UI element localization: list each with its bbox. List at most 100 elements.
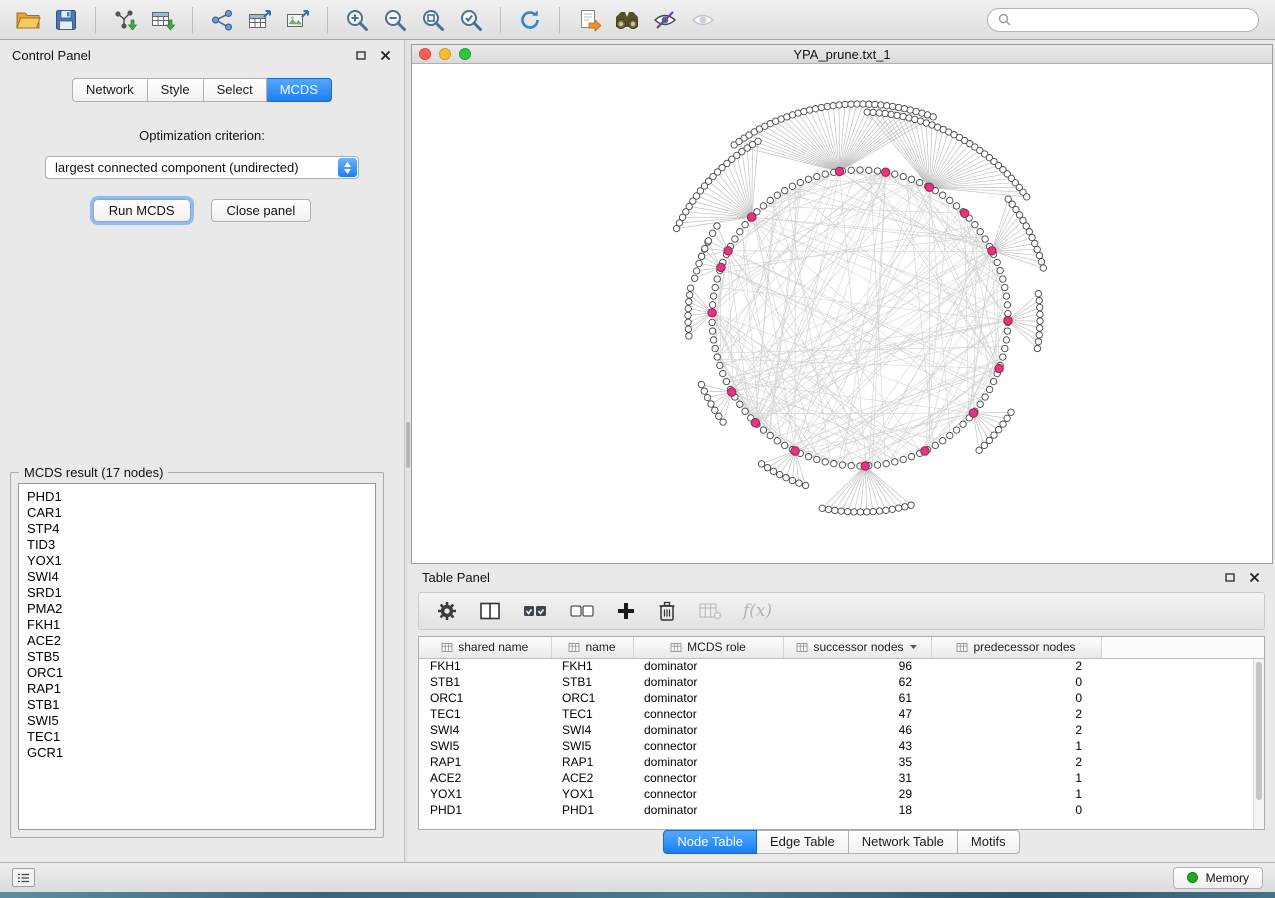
- mcds-result-item[interactable]: YOX1: [27, 553, 375, 569]
- refresh-button[interactable]: [512, 4, 548, 36]
- table-row[interactable]: SWI4SWI4dominator462: [419, 722, 1264, 738]
- zoom-out-button[interactable]: [377, 4, 413, 36]
- table-panel-tabs: Node TableEdge TableNetwork TableMotifs: [408, 830, 1275, 854]
- tab-select[interactable]: Select: [204, 78, 267, 102]
- mcds-result-item[interactable]: SWI5: [27, 713, 375, 729]
- new-network-button[interactable]: [204, 4, 240, 36]
- splitter-scrollbar-thumb[interactable]: [406, 422, 410, 468]
- trash-icon: [657, 600, 677, 622]
- show-panels-button[interactable]: [12, 868, 35, 887]
- mcds-result-list[interactable]: PHD1CAR1STP4TID3YOX1SWI4SRD1PMA2FKH1ACE2…: [18, 483, 376, 830]
- tab-style[interactable]: Style: [148, 78, 204, 102]
- table-row[interactable]: FKH1FKH1dominator962: [419, 658, 1264, 674]
- table-row[interactable]: ORC1ORC1dominator610: [419, 690, 1264, 706]
- mcds-result-item[interactable]: SWI4: [27, 569, 375, 585]
- table-row[interactable]: ACE2ACE2connector311: [419, 770, 1264, 786]
- mcds-result-item[interactable]: ORC1: [27, 665, 375, 681]
- open-session-button[interactable]: [10, 4, 46, 36]
- mcds-result-item[interactable]: PHD1: [27, 489, 375, 505]
- close-panel-button[interactable]: [378, 48, 392, 62]
- columns-icon: [479, 601, 501, 621]
- optimization-criterion-select[interactable]: largest connected component (undirected): [45, 156, 359, 179]
- delete-table-button-disabled[interactable]: [698, 601, 722, 621]
- export-table-button[interactable]: [242, 4, 278, 36]
- zoom-fit-button[interactable]: [415, 4, 451, 36]
- mcds-result-item[interactable]: FKH1: [27, 617, 375, 633]
- open-folder-icon: [15, 8, 41, 32]
- share-document-button[interactable]: [571, 4, 607, 36]
- table-scrollbar-thumb[interactable]: [1256, 662, 1262, 800]
- mcds-result-item[interactable]: STP4: [27, 521, 375, 537]
- import-network-button[interactable]: [107, 4, 143, 36]
- mcds-result-item[interactable]: TID3: [27, 537, 375, 553]
- table-row[interactable]: YOX1YOX1connector291: [419, 786, 1264, 802]
- table-row[interactable]: SWI5SWI5connector431: [419, 738, 1264, 754]
- float-icon: [356, 51, 366, 60]
- float-panel-button[interactable]: [354, 48, 368, 62]
- delete-column-button[interactable]: [657, 600, 677, 622]
- mcds-result-item[interactable]: PMA2: [27, 601, 375, 617]
- table-row[interactable]: RAP1RAP1dominator352: [419, 754, 1264, 770]
- search-binoculars-button[interactable]: [609, 4, 645, 36]
- mcds-result-item[interactable]: ACE2: [27, 633, 375, 649]
- function-builder-button-disabled[interactable]: f(x): [743, 601, 772, 621]
- close-panel-button-secondary[interactable]: Close panel: [211, 199, 312, 222]
- mcds-result-item[interactable]: CAR1: [27, 505, 375, 521]
- tab-network[interactable]: Network: [72, 78, 148, 102]
- deselect-all-button[interactable]: [569, 601, 595, 621]
- run-mcds-button[interactable]: Run MCDS: [93, 199, 191, 222]
- search-input[interactable]: [1017, 13, 1248, 27]
- table-settings-button[interactable]: [436, 600, 458, 622]
- table-vertical-scrollbar[interactable]: [1253, 659, 1264, 829]
- table-panel-titlebar: Table Panel: [408, 564, 1275, 590]
- tab-mcds[interactable]: MCDS: [267, 78, 332, 102]
- show-column-button[interactable]: [479, 601, 501, 621]
- column-header-shared-name[interactable]: shared name: [419, 637, 551, 658]
- window-zoom-traffic-light[interactable]: [459, 48, 471, 60]
- status-bar: Memory: [0, 862, 1275, 892]
- hide-graphics-details-button[interactable]: [647, 4, 683, 36]
- column-header-name[interactable]: name: [551, 637, 633, 658]
- import-table-button[interactable]: [145, 4, 181, 36]
- network-window-title: YPA_prune.txt_1: [412, 47, 1272, 62]
- mcds-result-item[interactable]: STB5: [27, 649, 375, 665]
- zoom-fit-icon: [420, 7, 446, 33]
- node-table: shared namenameMCDS rolesuccessor nodesp…: [419, 637, 1264, 818]
- zoom-selected-button[interactable]: [453, 4, 489, 36]
- mcds-result-item[interactable]: SRD1: [27, 585, 375, 601]
- close-table-panel-button[interactable]: [1247, 570, 1261, 584]
- network-window-titlebar[interactable]: YPA_prune.txt_1: [412, 45, 1272, 64]
- tab-edge-table[interactable]: Edge Table: [757, 830, 849, 854]
- float-table-panel-button[interactable]: [1223, 570, 1237, 584]
- column-header-predecessor-nodes[interactable]: predecessor nodes: [931, 637, 1101, 658]
- tab-motifs[interactable]: Motifs: [958, 830, 1020, 854]
- zoom-in-button[interactable]: [339, 4, 375, 36]
- toolbar-separator: [95, 7, 96, 33]
- table-row[interactable]: PHD1PHD1dominator180: [419, 802, 1264, 818]
- tab-network-table[interactable]: Network Table: [849, 830, 958, 854]
- add-column-button[interactable]: [616, 601, 636, 621]
- tab-node-table[interactable]: Node Table: [663, 830, 757, 854]
- table-row[interactable]: STB1STB1dominator620: [419, 674, 1264, 690]
- show-graphics-details-button[interactable]: [685, 4, 721, 36]
- window-close-traffic-light[interactable]: [419, 48, 431, 60]
- chevron-down-icon: [909, 644, 918, 650]
- column-header-MCDS-role[interactable]: MCDS role: [633, 637, 783, 658]
- save-session-button[interactable]: [48, 4, 84, 36]
- export-image-button[interactable]: [280, 4, 316, 36]
- select-all-button[interactable]: [522, 601, 548, 621]
- mcds-result-item[interactable]: RAP1: [27, 681, 375, 697]
- column-header-successor-nodes[interactable]: successor nodes: [783, 637, 931, 658]
- mcds-result-item[interactable]: GCR1: [27, 745, 375, 761]
- window-minimize-traffic-light[interactable]: [439, 48, 451, 60]
- mcds-result-item[interactable]: STB1: [27, 697, 375, 713]
- memory-button[interactable]: Memory: [1173, 867, 1263, 889]
- control-panel: Control Panel NetworkStyleSelectMCDS Opt…: [0, 40, 405, 862]
- binoculars-icon: [613, 8, 641, 32]
- toolbar-separator: [559, 7, 560, 33]
- table-row[interactable]: TEC1TEC1connector472: [419, 706, 1264, 722]
- zoom-in-icon: [344, 7, 370, 33]
- close-icon: [1249, 572, 1260, 583]
- mcds-result-item[interactable]: TEC1: [27, 729, 375, 745]
- network-graph[interactable]: [412, 64, 1272, 543]
